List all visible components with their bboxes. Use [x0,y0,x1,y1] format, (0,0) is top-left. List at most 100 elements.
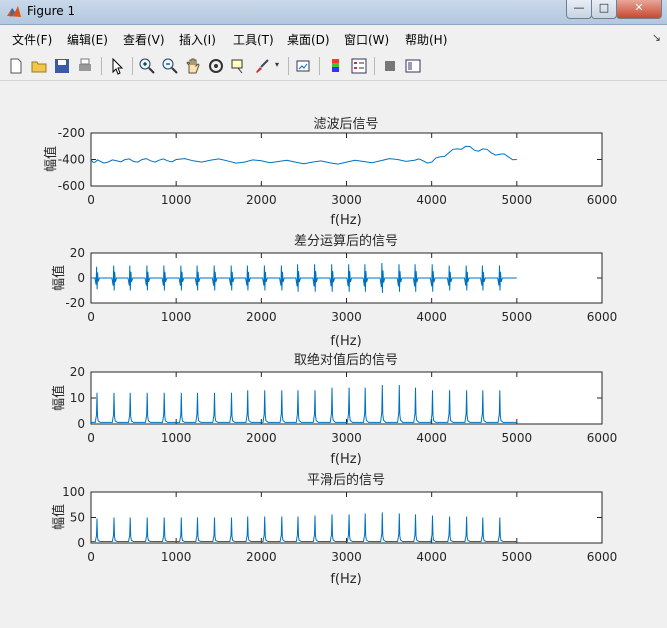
tool-bar: ▾ [0,52,667,81]
subplot-smoothed-signal: 平滑后的信号 f(Hz) 幅值 0 1000 2000 3000 4000 5000 600… [51,472,617,587]
subplot-difference-signal: 差分运算后的信号 f(Hz) 幅值 0 1000 2000 3000 4000 5000 6… [51,233,617,349]
y-tick-label: 0 [77,417,85,431]
y-tick-label: 100 [62,485,85,499]
brush-dropdown-icon[interactable]: ▾ [275,60,279,69]
y-axis-label: 幅值 [51,385,67,411]
subplot-absolute-signal: 取绝对值后的信号 f(Hz) 幅值 0 1000 2000 3000 4000 5000 6… [51,352,617,467]
menu-help[interactable]: 帮助(H) [405,31,447,48]
x-tick-label: 5000 [502,431,533,445]
y-tick-label: 50 [70,511,85,525]
x-tick-label: 0 [87,310,95,324]
y-axis-label: 幅值 [51,265,67,291]
figure-canvas: 滤波后信号 f(Hz) 幅值 0 1000 2000 3000 4000 5000 6000… [5,82,667,624]
window-title: Figure 1 [27,4,76,18]
y-tick-label: -600 [58,179,85,193]
x-tick-label: 4000 [416,310,447,324]
brush-icon[interactable] [253,57,271,75]
subplot-filtered-signal: 滤波后信号 f(Hz) 幅值 0 1000 2000 3000 4000 5000 6000… [43,117,617,228]
rotate-icon[interactable] [207,57,225,75]
y-tick-label: -400 [58,153,85,167]
title-bar: Figure 1 — □ ✕ [0,0,667,25]
axes-title: 平滑后的信号 [307,472,385,488]
x-tick-label: 0 [87,550,95,564]
pointer-icon[interactable] [108,57,126,75]
show-tools-icon[interactable] [404,57,422,75]
x-tick-label: 2000 [246,193,277,207]
axes-title: 滤波后信号 [313,117,378,132]
matlab-logo-icon [7,6,21,17]
plots-svg: 滤波后信号 f(Hz) 幅值 0 1000 2000 3000 4000 5000 6000… [43,117,617,587]
pan-icon[interactable] [184,57,202,75]
print-icon[interactable] [76,57,94,75]
x-tick-label: 3000 [331,193,362,207]
x-axis-label: f(Hz) [330,334,361,349]
x-tick-label: 6000 [587,193,618,207]
y-axis-label: 幅值 [51,504,67,530]
y-tick-label: 20 [70,365,85,379]
zoom-in-icon[interactable] [138,57,156,75]
x-tick-label: 4000 [416,431,447,445]
x-tick-label: 6000 [587,550,618,564]
y-axis-label: 幅值 [43,146,59,172]
y-tick-label: -200 [58,126,85,140]
x-tick-label: 0 [87,431,95,445]
y-tick-label: -20 [65,296,85,310]
x-tick-label: 1000 [161,310,192,324]
link-icon[interactable] [295,57,313,75]
toolbar-separator [132,57,133,75]
zoom-out-icon[interactable] [161,57,179,75]
axes-box [90,371,603,425]
x-tick-label: 2000 [246,550,277,564]
toolbar-separator [374,57,375,75]
open-icon[interactable] [30,57,48,75]
x-tick-label: 3000 [331,431,362,445]
x-tick-label: 3000 [331,310,362,324]
x-axis-label: f(Hz) [330,213,361,228]
x-tick-label: 1000 [161,550,192,564]
axes-title: 差分运算后的信号 [294,233,398,249]
legend-icon[interactable] [350,57,368,75]
x-tick-label: 3000 [331,550,362,564]
x-tick-label: 4000 [416,193,447,207]
x-tick-label: 6000 [587,310,618,324]
x-axis-label: f(Hz) [330,452,361,467]
x-tick-label: 6000 [587,431,618,445]
x-tick-label: 5000 [502,193,533,207]
x-tick-label: 1000 [161,431,192,445]
menu-tools[interactable]: 工具(T) [233,31,274,48]
menu-file[interactable]: 文件(F) [12,31,52,48]
y-tick-label: 0 [77,271,85,285]
x-tick-label: 0 [87,193,95,207]
colorbar-icon[interactable] [327,57,345,75]
menu-insert[interactable]: 插入(I) [179,31,216,48]
x-tick-label: 5000 [502,310,533,324]
axes-box [90,132,603,187]
x-tick-label: 4000 [416,550,447,564]
menu-edit[interactable]: 编辑(E) [67,31,108,48]
save-icon[interactable] [53,57,71,75]
hide-tools-icon[interactable] [381,57,399,75]
toolbar-separator [101,57,102,75]
menu-window[interactable]: 窗口(W) [344,31,389,48]
y-tick-label: 0 [77,536,85,550]
x-tick-label: 1000 [161,193,192,207]
minimize-button[interactable]: — [566,0,592,19]
toolbar-separator [288,57,289,75]
dock-arrow-icon[interactable]: ↘ [652,31,661,44]
toolbar-separator [319,57,320,75]
data-cursor-icon[interactable] [230,57,248,75]
x-tick-label: 2000 [246,310,277,324]
y-tick-label: 20 [70,246,85,260]
x-tick-label: 2000 [246,431,277,445]
menu-view[interactable]: 查看(V) [123,31,165,48]
new-figure-icon[interactable] [7,57,25,75]
menu-desktop[interactable]: 桌面(D) [287,31,330,48]
maximize-button[interactable]: □ [591,0,617,19]
x-tick-label: 5000 [502,550,533,564]
menu-bar: 文件(F) 编辑(E) 查看(V) 插入(I) 工具(T) 桌面(D) 窗口(W… [0,25,667,52]
axes-box [90,491,603,544]
axes-title: 取绝对值后的信号 [294,352,398,368]
x-axis-label: f(Hz) [330,572,361,587]
close-button[interactable]: ✕ [616,0,662,19]
y-tick-label: 10 [70,391,85,405]
